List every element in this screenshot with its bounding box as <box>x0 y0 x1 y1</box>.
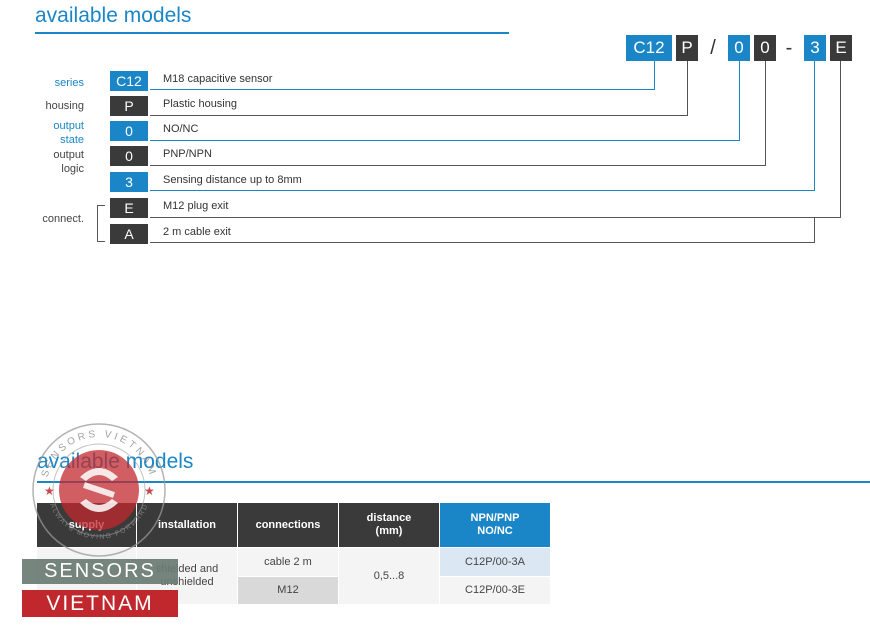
section-title: available models <box>35 4 192 27</box>
desc-distance: Sensing distance up to 8mm <box>163 174 302 186</box>
code-housing: P <box>676 35 698 61</box>
row-code-output-logic: 0 <box>110 146 148 166</box>
code-separator-slash: / <box>710 36 716 59</box>
label-series: series <box>54 77 84 89</box>
desc-housing: Plastic housing <box>163 98 237 110</box>
connector-series <box>654 61 655 90</box>
watermark-sensors-text: SENSORS <box>22 559 178 584</box>
desc-cable: 2 m cable exit <box>163 226 231 238</box>
connector-connection <box>840 61 841 218</box>
code-connection: E <box>830 35 852 61</box>
connector-cable <box>814 217 815 243</box>
row-code-series: C12 <box>110 71 148 91</box>
underline-distance <box>150 190 815 191</box>
code-separator-dash: - <box>785 36 793 59</box>
row-code-output-state: 0 <box>110 121 148 141</box>
connector-housing <box>687 61 688 116</box>
row-code-distance: 3 <box>110 172 148 192</box>
underline-series <box>150 89 655 90</box>
desc-plug: M12 plug exit <box>163 200 229 212</box>
desc-series: M18 capacitive sensor <box>163 73 273 85</box>
cell-distance: 0,5...8 <box>339 548 439 604</box>
desc-output-state: NO/NC <box>163 123 199 135</box>
header-distance: distance (mm) <box>339 503 439 547</box>
header-connections: connections <box>238 503 338 547</box>
cell-connection-m12: M12 <box>238 577 338 604</box>
label-output-state: output state <box>53 120 84 146</box>
watermark-vietnam-text: VIETNAM <box>22 590 178 617</box>
watermark-logo-icon: SENSORS VIETNAM ALWAYS MOVING FORWARD ★ … <box>32 423 166 557</box>
connector-output-state <box>739 61 740 141</box>
code-output-logic: 0 <box>754 35 776 61</box>
header-npn-pnp: NPN/PNP NO/NC <box>440 503 550 547</box>
code-series: C12 <box>626 35 672 61</box>
connector-output-logic <box>765 61 766 166</box>
connect-bracket <box>97 205 98 242</box>
svg-text:★: ★ <box>44 484 55 498</box>
underline-output-logic <box>150 165 766 166</box>
code-distance: 3 <box>804 35 826 61</box>
cell-model-m12: C12P/00-3E <box>440 577 550 604</box>
label-output-logic: output logic <box>53 149 84 175</box>
underline-cable <box>150 242 815 243</box>
connector-distance <box>814 61 815 191</box>
label-connect: connect. <box>42 213 84 225</box>
desc-output-logic: PNP/NPN <box>163 148 212 160</box>
label-housing: housing <box>45 100 84 112</box>
row-code-cable: A <box>110 224 148 244</box>
row-code-housing: P <box>110 96 148 116</box>
svg-text:★: ★ <box>144 484 155 498</box>
row-code-plug: E <box>110 198 148 218</box>
connect-bracket-top <box>97 205 105 206</box>
underline-output-state <box>150 140 740 141</box>
underline-housing <box>150 115 688 116</box>
connect-bracket-bottom <box>97 241 105 242</box>
title-underline <box>35 32 509 34</box>
cell-connection-cable: cable 2 m <box>238 548 338 576</box>
code-output-state: 0 <box>728 35 750 61</box>
underline-plug <box>150 217 841 218</box>
cell-model-cable: C12P/00-3A <box>440 548 550 576</box>
